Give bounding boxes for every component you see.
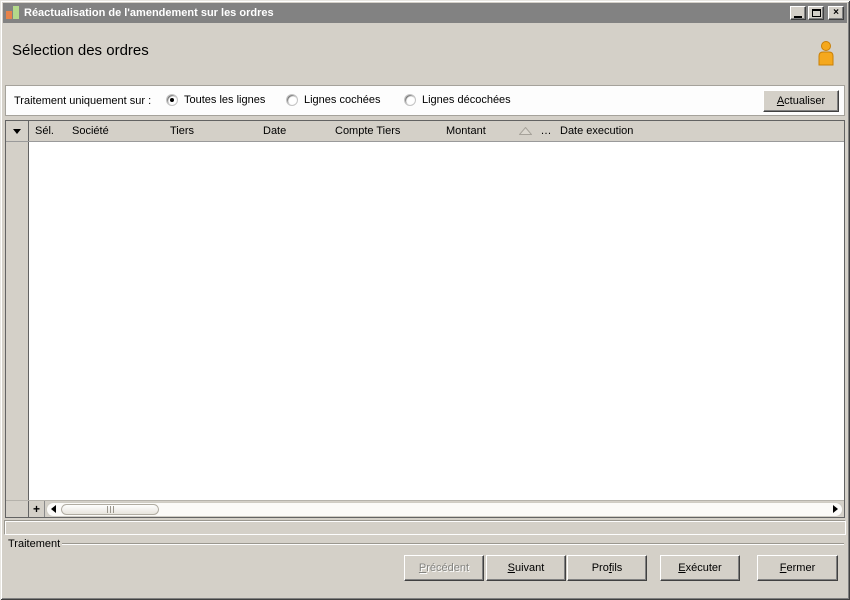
close-icon: × [833,7,839,18]
column-header-montant[interactable]: Montant [442,121,514,141]
close-dialog-button[interactable]: Fermer [757,555,838,581]
arrow-left-icon [51,505,56,513]
minimize-icon [794,15,802,18]
filter-label: Traitement uniquement sur : [14,95,152,107]
user-silhouette-icon[interactable] [815,40,837,69]
dialog-window: Réactualisation de l'amendement sur les … [0,0,850,600]
radio-label: Toutes les lignes [184,94,266,106]
radio-icon [404,94,416,106]
grid-body [6,142,844,500]
radio-unchecked-lines[interactable]: Lignes décochées [404,94,511,106]
orders-grid: Sél. Société Tiers Date Compte Tiers Mon… [5,120,845,518]
radio-icon [166,94,178,106]
window-title: Réactualisation de l'amendement sur les … [24,7,274,19]
radio-label: Lignes cochées [304,94,381,106]
scrollbar-corner [6,501,29,517]
app-icon[interactable] [6,6,20,20]
column-header-date[interactable]: Date [259,121,331,141]
progress-strip [4,520,846,535]
group-divider [62,543,844,545]
row-indicator-gutter [6,142,29,500]
next-button[interactable]: Suivant [486,555,566,581]
add-row-button[interactable]: + [29,501,45,517]
filter-band: Traitement uniquement sur : Toutes les l… [5,85,845,116]
traitement-group-label: Traitement [8,537,61,550]
refresh-button[interactable]: Actualiser [763,90,839,112]
maximize-icon [811,9,821,17]
minimize-button[interactable] [790,6,806,20]
execute-button[interactable]: Exécuter [660,555,740,581]
scrollbar-track[interactable] [46,501,843,517]
column-header-tiers[interactable]: Tiers [166,121,259,141]
radio-all-lines[interactable]: Toutes les lignes [166,94,265,106]
close-button[interactable]: × [828,6,844,20]
column-header-societe[interactable]: Société [68,121,166,141]
titlebar: Réactualisation de l'amendement sur les … [3,3,847,23]
scrollbar-thumb[interactable] [61,503,159,515]
sort-asc-icon[interactable] [514,121,536,141]
app-icon-orange-bar [6,11,12,19]
maximize-button[interactable] [808,6,824,20]
plus-icon: + [32,502,40,516]
page-title: Sélection des ordres [12,42,149,59]
arrow-right-icon [833,505,838,513]
previous-button[interactable]: Précédent [404,555,484,581]
traitement-group: Traitement [8,537,844,550]
scroll-right-button[interactable] [829,503,842,516]
grid-filter-dropdown[interactable] [6,121,29,141]
profiles-button[interactable]: Profils [567,555,647,581]
radio-label: Lignes décochées [422,94,511,106]
app-icon-green-bar [13,6,19,19]
column-header-compte-tiers[interactable]: Compte Tiers [331,121,442,141]
radio-icon [286,94,298,106]
column-header-ellipsis[interactable]: … [536,121,556,141]
radio-checked-lines[interactable]: Lignes cochées [286,94,380,106]
column-header-date-execution[interactable]: Date execution [556,121,844,141]
dropdown-arrow-icon [13,128,21,134]
horizontal-scrollbar: + [6,500,844,517]
column-header-sel[interactable]: Sél. [29,121,68,141]
grid-header-row: Sél. Société Tiers Date Compte Tiers Mon… [6,121,844,142]
window-controls: × [790,6,844,20]
scroll-left-button[interactable] [47,503,60,516]
